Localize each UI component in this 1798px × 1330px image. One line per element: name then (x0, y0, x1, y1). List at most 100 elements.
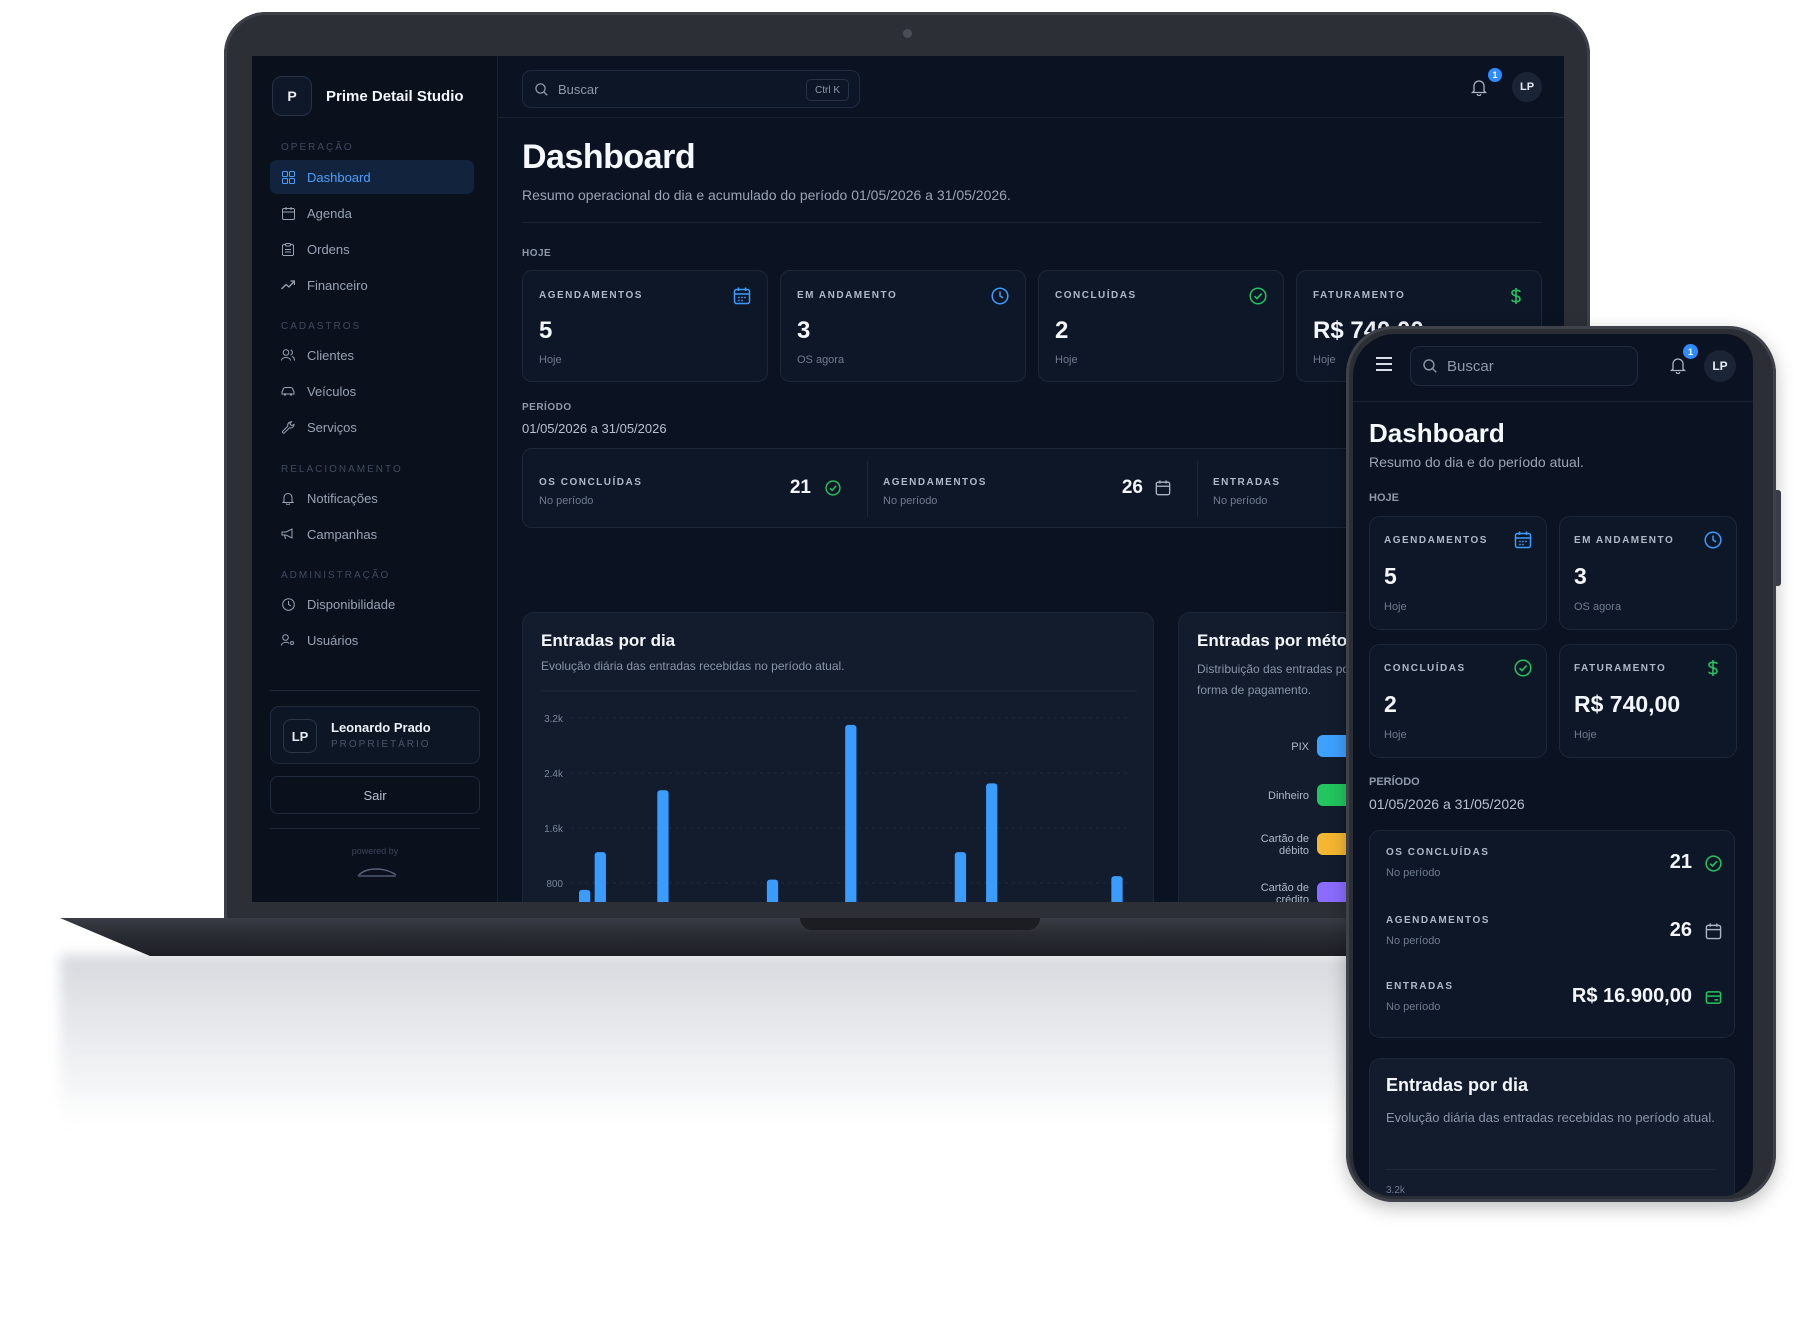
sidebar-item-campanhas[interactable]: Campanhas (270, 517, 474, 551)
notification-badge: 1 (1488, 68, 1502, 82)
sidebar-item-usuarios[interactable]: Usuários (270, 623, 474, 657)
period-value: 21 (1669, 851, 1692, 873)
chart-card-entradas-por-dia: Entradas por dia Evolução diária das ent… (1369, 1058, 1735, 1196)
kpi-label: EM ANDAMENTO (1574, 535, 1675, 546)
sidebar-item-veiculos[interactable]: Veículos (270, 374, 474, 408)
calendar-icon (281, 206, 295, 220)
y-tick-label: 3.2k (544, 714, 564, 725)
category-label: débito (1279, 845, 1309, 857)
kpi-note: Hoje (1384, 729, 1407, 741)
check-circle-icon (1514, 659, 1532, 677)
chart-subtitle: Evolução diária das entradas recebidas n… (1386, 1110, 1715, 1125)
page-subtitle: Resumo operacional do dia e acumulado do… (522, 187, 1011, 203)
period-label: PERÍODO (522, 402, 572, 413)
category-label: crédito (1276, 894, 1309, 902)
sidebar-item-servicos[interactable]: Serviços (270, 410, 474, 444)
phone-side-button (1776, 490, 1781, 586)
bar (579, 889, 591, 902)
sidebar-item-agenda[interactable]: Agenda (270, 196, 474, 230)
sidebar: P Prime Detail Studio OPERAÇÃO Dashboard… (252, 56, 498, 902)
sidebar-item-disponibilidade[interactable]: Disponibilidade (270, 587, 474, 621)
sidebar-item-dashboard[interactable]: Dashboard (270, 160, 474, 194)
bar (986, 783, 998, 902)
section-relacionamento: RELACIONAMENTO (281, 464, 403, 475)
kpi-value: R$ 740,00 (1574, 691, 1681, 717)
kpi-value: 2 (1055, 317, 1069, 344)
sidebar-divider (270, 828, 480, 829)
menu-icon[interactable] (1375, 356, 1393, 372)
sidebar-item-label: Campanhas (307, 526, 378, 542)
notifications-bell-icon[interactable] (1470, 78, 1488, 96)
bar (1111, 876, 1123, 902)
sidebar-item-label: Agenda (307, 205, 352, 221)
user-card[interactable]: LP Leonardo Prado PROPRIETÁRIO (270, 706, 480, 764)
period-note: No período (1386, 1001, 1441, 1013)
period-label: AGENDAMENTOS (1386, 915, 1490, 926)
period-item-agendamentos: AGENDAMENTOS No período 26 (867, 449, 1197, 529)
laptop-camera (903, 29, 912, 38)
kpi-card-concluidas: CONCLUÍDAS 2 Hoje (1369, 644, 1547, 758)
divider (1386, 1169, 1716, 1170)
kpi-value: 5 (539, 317, 553, 344)
period-value: 26 (1121, 477, 1143, 498)
dollar-icon (1511, 288, 1521, 304)
sidebar-item-ordens[interactable]: Ordens (270, 232, 474, 266)
mobile-screen: Buscar 1 LP Dashboard Resumo do dia e do… (1353, 334, 1753, 1196)
period-range: 01/05/2026 a 31/05/2026 (522, 421, 667, 436)
users-icon (281, 348, 295, 362)
wrench-icon (281, 420, 295, 434)
kpi-note: OS agora (1574, 601, 1622, 613)
user-role: PROPRIETÁRIO (331, 739, 431, 750)
dollar-icon (1708, 660, 1718, 676)
kpi-value: 3 (1574, 563, 1587, 589)
sidebar-item-notificacoes[interactable]: Notificações (270, 481, 474, 515)
kpi-note: Hoje (1384, 601, 1407, 613)
kpi-label: AGENDAMENTOS (539, 290, 643, 301)
period-label: OS CONCLUÍDAS (1386, 847, 1490, 858)
chart-card-entradas-por-dia: Entradas por dia Evolução diária das ent… (522, 612, 1154, 902)
bar (954, 852, 967, 902)
brand-name: Prime Detail Studio (326, 87, 464, 105)
period-label: ENTRADAS (1213, 477, 1281, 488)
kpi-card-em-andamento: EM ANDAMENTO 3 OS agora (780, 270, 1026, 382)
grid-icon (281, 170, 295, 184)
calendar-icon (733, 287, 751, 305)
logout-button[interactable]: Sair (270, 776, 480, 814)
avatar[interactable]: LP (1512, 72, 1542, 102)
sidebar-item-label: Notificações (307, 490, 378, 506)
sidebar-item-label: Serviços (307, 419, 357, 435)
kpi-label: AGENDAMENTOS (1384, 535, 1488, 546)
period-note: No período (1213, 495, 1268, 507)
sidebar-divider (270, 690, 480, 691)
partner-logo (357, 868, 397, 877)
sidebar-item-clientes[interactable]: Clientes (270, 338, 474, 372)
brand[interactable]: P Prime Detail Studio (272, 76, 464, 116)
y-tick-label: 3.2k (1386, 1185, 1405, 1196)
period-summary: OS CONCLUÍDAS No período 21 AGENDAMENTOS… (1369, 830, 1735, 1038)
period-item-entradas: ENTRADAS No período R$ 16.900,00 (1370, 969, 1736, 1031)
sidebar-item-financeiro[interactable]: Financeiro (270, 268, 474, 302)
laptop-shadow (60, 955, 1380, 1125)
calendar-icon (1705, 923, 1722, 940)
sidebar-item-label: Ordens (307, 241, 350, 257)
period-item-agendamentos: AGENDAMENTOS No período 26 (1370, 903, 1736, 965)
section-cadastros: CADASTROS (281, 321, 362, 332)
search-input[interactable]: Buscar Ctrl K (522, 70, 860, 108)
today-label: HOJE (522, 248, 552, 259)
search-input[interactable]: Buscar (1410, 346, 1638, 386)
period-note: No período (1386, 935, 1441, 947)
section-administracao: ADMINISTRAÇÃO (281, 570, 391, 581)
period-label: OS CONCLUÍDAS (539, 477, 643, 488)
notifications-bell-icon[interactable] (1669, 356, 1687, 374)
bar (657, 790, 669, 902)
page-subtitle: Resumo do dia e do período atual. (1369, 454, 1584, 470)
kpi-card-agendamentos: AGENDAMENTOS 5 Hoje (522, 270, 768, 382)
bar-chart: 08001.6k2.4k3.2k01/0503/0505/0507/0509/0… (541, 690, 1137, 902)
avatar[interactable]: LP (1704, 350, 1736, 382)
search-icon (535, 82, 548, 96)
kpi-label: CONCLUÍDAS (1384, 663, 1466, 674)
period-item-os-concluidas: OS CONCLUÍDAS No período 21 (523, 449, 867, 529)
kpi-note: Hoje (1574, 729, 1597, 741)
category-label: PIX (1291, 741, 1309, 753)
clipboard-icon (281, 242, 295, 256)
